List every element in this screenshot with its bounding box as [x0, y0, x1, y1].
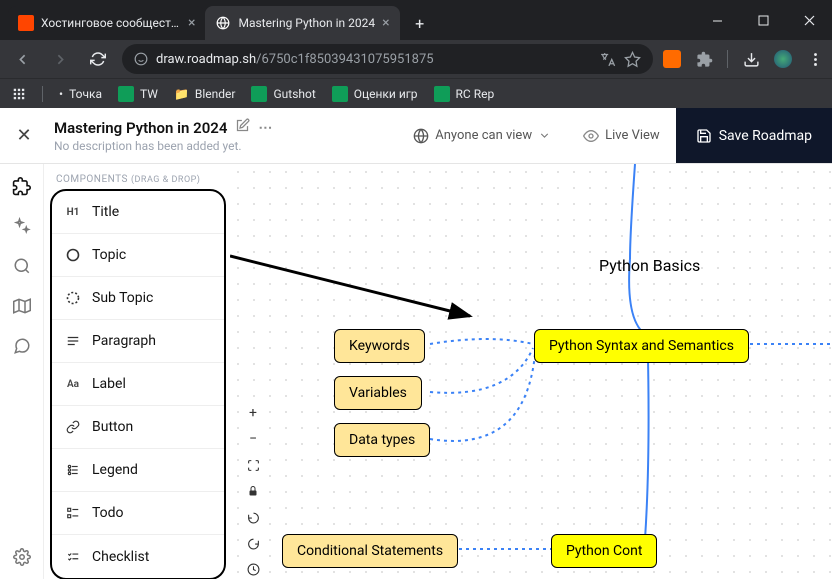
component-checklist[interactable]: Checklist	[52, 535, 224, 578]
visibility-button[interactable]: Anyone can view	[397, 108, 567, 163]
save-roadmap-button[interactable]: Save Roadmap	[676, 108, 832, 163]
roadmap-title: Mastering Python in 2024	[54, 119, 227, 137]
url-host: draw.roadmap.sh/6750c1f85039431075951875	[156, 52, 434, 67]
lock-icon[interactable]	[242, 482, 264, 500]
close-window-button[interactable]	[786, 0, 832, 40]
more-icon[interactable]: ⋯	[258, 120, 272, 136]
maximize-button[interactable]	[740, 0, 786, 40]
redo-icon[interactable]	[242, 534, 264, 552]
close-icon[interactable]: ×	[382, 15, 389, 31]
globe-icon	[413, 128, 429, 144]
roadmap-canvas[interactable]: Python Basics Keywords Variables Data ty…	[230, 164, 832, 579]
component-label[interactable]: AaLabel	[52, 363, 224, 406]
bookmark-item[interactable]: Gutshot	[251, 86, 315, 102]
close-editor-button[interactable]: ✕	[0, 125, 48, 146]
components-panel: COMPONENTS (DRAG & DROP) H1Title Topic S…	[44, 164, 230, 579]
search-icon[interactable]	[12, 256, 32, 276]
app-header: ✕ Mastering Python in 2024 ⋯ No descript…	[0, 108, 832, 164]
bookmark-item[interactable]: TW	[118, 86, 158, 102]
zoom-in-icon[interactable]: +	[242, 404, 264, 422]
extension-icon[interactable]	[663, 50, 681, 68]
bookmarks-bar: •Точка TW 📁Blender Gutshot Оценки игр RC…	[0, 78, 832, 108]
browser-titlebar: Хостинговое сообщество «Tin × Mastering …	[0, 0, 832, 40]
node-variables[interactable]: Variables	[334, 376, 422, 410]
back-button[interactable]	[8, 45, 36, 73]
url-input[interactable]: draw.roadmap.sh/6750c1f85039431075951875	[122, 44, 653, 74]
app-body: COMPONENTS (DRAG & DROP) H1Title Topic S…	[0, 164, 832, 579]
chevron-down-icon	[538, 129, 551, 142]
left-rail	[0, 164, 44, 579]
tab-strip: Хостинговое сообщество «Tin × Mastering …	[0, 6, 694, 40]
component-todo[interactable]: Todo	[52, 492, 224, 535]
settings-icon[interactable]	[12, 547, 32, 567]
window-controls	[694, 0, 832, 40]
browser-tab[interactable]: Mastering Python in 2024 ×	[205, 6, 399, 40]
bookmark-item[interactable]: 📁Blender	[174, 87, 236, 101]
menu-icon[interactable]	[806, 50, 824, 68]
bookmark-item[interactable]: Оценки игр	[332, 86, 418, 102]
star-icon[interactable]	[624, 51, 641, 68]
minimize-button[interactable]	[694, 0, 740, 40]
map-icon[interactable]	[12, 296, 32, 316]
download-icon[interactable]	[742, 50, 760, 68]
eye-icon	[583, 128, 599, 144]
apps-button[interactable]	[12, 87, 26, 101]
site-info-icon	[134, 52, 148, 66]
bookmark-item[interactable]: RC Rep	[434, 86, 495, 102]
tab-title: Mastering Python in 2024	[238, 16, 375, 30]
app-root: ✕ Mastering Python in 2024 ⋯ No descript…	[0, 108, 832, 579]
header-actions: Anyone can view Live View Save Roadmap	[397, 108, 832, 163]
component-subtopic[interactable]: Sub Topic	[52, 277, 224, 320]
toolbar-icons	[663, 50, 824, 68]
roadmap-description: No description has been added yet.	[54, 139, 397, 153]
edit-icon[interactable]	[235, 118, 250, 137]
ai-icon[interactable]	[12, 216, 32, 236]
node-conditional[interactable]: Conditional Statements	[282, 534, 458, 568]
node-datatypes[interactable]: Data types	[334, 423, 430, 457]
node-control[interactable]: Python Cont	[551, 534, 657, 568]
components-icon[interactable]	[12, 176, 32, 196]
comment-icon[interactable]	[12, 336, 32, 356]
tab-title: Хостинговое сообщество «Tin	[41, 16, 181, 30]
fit-icon[interactable]	[242, 456, 264, 474]
bookmark-item[interactable]: •Точка	[59, 87, 102, 101]
component-list: H1Title Topic Sub Topic Paragraph AaLabe…	[50, 189, 226, 579]
profile-icon[interactable]	[774, 50, 792, 68]
favicon-icon	[215, 15, 231, 31]
history-icon[interactable]	[242, 560, 264, 578]
reload-button[interactable]	[84, 45, 112, 73]
panel-heading: COMPONENTS (DRAG & DROP)	[44, 174, 230, 185]
extension-icon[interactable]	[695, 50, 713, 68]
zoom-out-icon[interactable]: −	[242, 430, 264, 448]
component-topic[interactable]: Topic	[52, 234, 224, 277]
node-keywords[interactable]: Keywords	[334, 329, 425, 363]
new-tab-button[interactable]: +	[406, 9, 434, 37]
component-paragraph[interactable]: Paragraph	[52, 320, 224, 363]
undo-icon[interactable]	[242, 508, 264, 526]
address-bar: draw.roadmap.sh/6750c1f85039431075951875	[0, 40, 832, 78]
favicon-icon	[18, 15, 34, 31]
title-area: Mastering Python in 2024 ⋯ No descriptio…	[48, 118, 397, 153]
component-title[interactable]: H1Title	[52, 191, 224, 234]
node-syntax[interactable]: Python Syntax and Semantics	[534, 329, 749, 363]
translate-icon[interactable]	[599, 51, 616, 68]
node-heading[interactable]: Python Basics	[585, 248, 714, 283]
forward-button[interactable]	[46, 45, 74, 73]
browser-tab[interactable]: Хостинговое сообщество «Tin ×	[8, 6, 205, 40]
component-button[interactable]: Button	[52, 406, 224, 449]
component-legend[interactable]: Legend	[52, 449, 224, 492]
save-icon	[696, 128, 712, 144]
live-view-button[interactable]: Live View	[567, 108, 676, 163]
close-icon[interactable]: ×	[188, 15, 195, 31]
zoom-controls: + −	[242, 404, 264, 578]
